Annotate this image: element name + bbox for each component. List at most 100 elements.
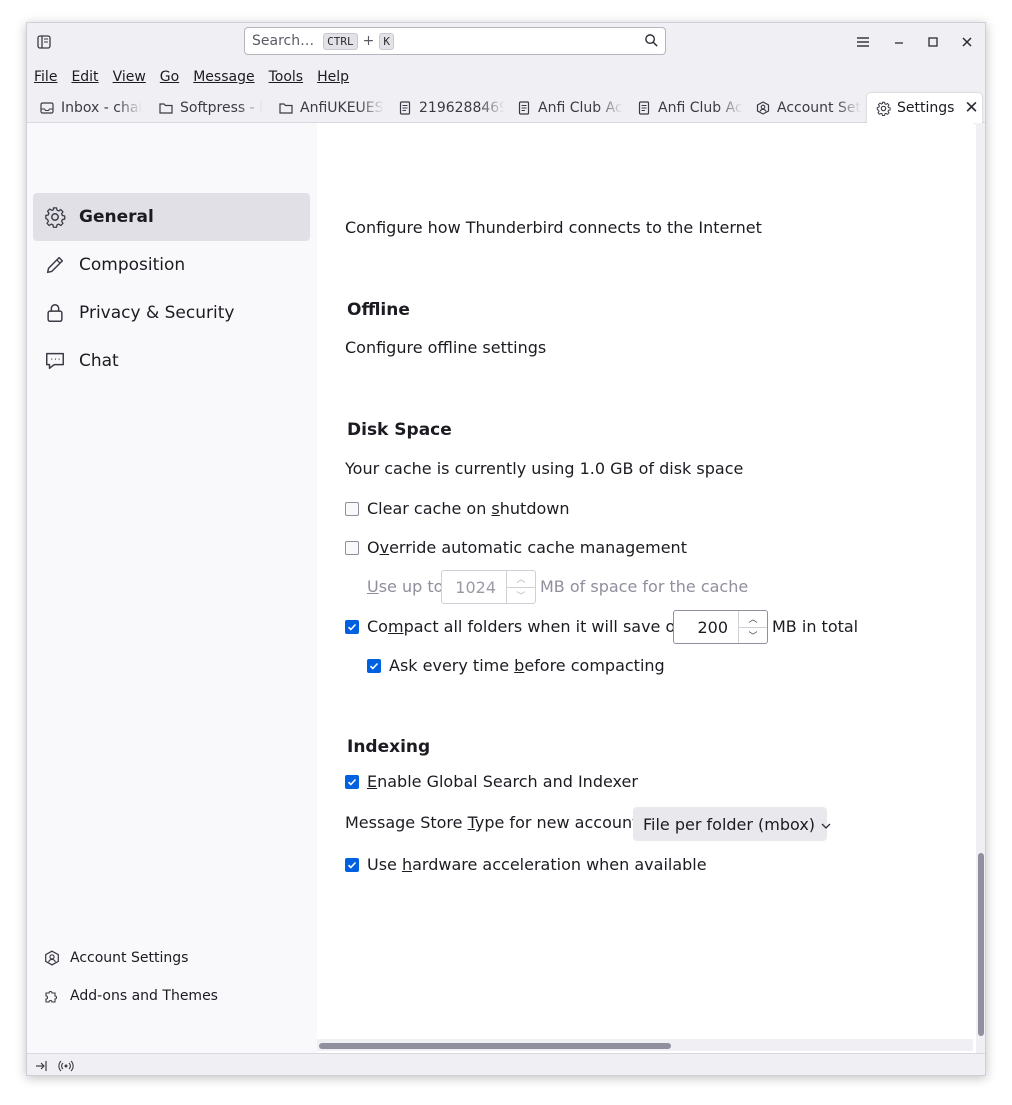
tab-message-2[interactable]: Anfi Club Ac [516,95,624,121]
category-privacy-security[interactable]: Privacy & Security [33,289,310,337]
tab-label: Anfi Club Ac [538,100,623,116]
override-cache-option: Override automatic cache management [345,538,687,557]
ask-before-compacting-label[interactable]: Ask every time before compacting [389,656,665,675]
title-bar: Search… CTRL + K [27,23,985,63]
collapse-sidebar-icon[interactable] [34,1059,48,1073]
tab-label: Settings [897,100,955,116]
clear-cache-option: Clear cache on shutdown [345,499,570,518]
menu-view[interactable]: View [113,69,146,85]
menu-edit-label: Edit [71,69,99,85]
addons-themes-link[interactable]: Add-ons and Themes [43,987,218,1005]
pencil-icon [43,253,67,277]
message-icon [397,100,413,116]
inbox-icon [39,100,55,116]
minimize-icon[interactable] [889,32,909,52]
tab-inbox[interactable]: Inbox - chai [39,95,147,121]
category-composition[interactable]: Composition [33,241,310,289]
tab-settings[interactable]: Settings ✕ [867,93,982,123]
spaces-toolbar-icon[interactable] [34,32,54,52]
category-chat[interactable]: Chat [33,337,310,385]
menu-go-label: Go [159,69,180,85]
menu-message-label: Message [193,69,255,85]
indexing-heading: Indexing [347,737,431,757]
tab-softpress[interactable]: Softpress - l [158,95,266,121]
ask-before-compacting-checkbox[interactable] [367,658,381,673]
menu-help-label: Help [317,69,349,85]
menu-bar: File Edit View Go Message Tools Help [27,63,985,91]
search-input[interactable]: Search… CTRL + K [244,27,666,55]
use-up-to-label: Use up to [367,577,444,596]
override-cache-label[interactable]: Override automatic cache management [367,538,687,557]
compact-threshold-input[interactable]: 200 ︿ ﹀ [673,610,768,644]
clear-cache-label[interactable]: Clear cache on shutdown [367,499,570,518]
chevron-down-icon[interactable]: ﹀ [507,586,535,604]
thunderbird-window: Search… CTRL + K File Edit View Go Messa… [26,22,986,1076]
addons-themes-label: Add-ons and Themes [70,988,218,1004]
hw-accel-checkbox[interactable] [345,857,359,872]
chevron-up-icon[interactable]: ︿ [507,571,535,587]
compact-threshold-value: 200 [697,617,728,637]
close-tab-icon[interactable]: ✕ [964,99,978,117]
vertical-scrollbar[interactable] [976,123,985,1053]
tab-label: Softpress - l [180,100,264,116]
tab-account-settings[interactable]: Account Set [755,95,863,121]
horizontal-scrollbar[interactable] [317,1039,973,1051]
store-type-value: File per folder (mbox) [643,814,816,834]
folder-icon [158,100,174,116]
tab-label: AnfiUKEUES [300,100,384,116]
hw-accel-label[interactable]: Use hardware acceleration when available [367,855,707,874]
online-status-icon[interactable] [58,1059,74,1073]
compact-folders-label[interactable]: Compact all folders when it will save ov… [367,617,701,636]
cache-usage-text: Your cache is currently using 1.0 GB of … [345,459,744,478]
horizontal-scroll-thumb[interactable] [319,1043,671,1049]
account-settings-icon [43,949,61,967]
vertical-scroll-thumb[interactable] [978,853,984,1036]
clear-cache-checkbox[interactable] [345,501,359,516]
store-type-label: Message Store Type for new accounts: [345,813,653,832]
account-settings-link[interactable]: Account Settings [43,949,188,967]
shortcut-key-ctrl: CTRL [323,32,358,50]
store-type-select[interactable]: File per folder (mbox) [633,807,831,841]
menu-help[interactable]: Help [317,69,349,85]
message-icon [636,100,652,116]
tab-message-1[interactable]: 21962884695 [397,95,505,121]
app-menu-icon[interactable] [853,32,873,52]
compact-threshold-suffix: MB in total [772,617,859,636]
puzzle-icon [43,987,61,1005]
menu-message[interactable]: Message [193,69,254,85]
cache-size-spinner[interactable]: ︿ ﹀ [506,571,535,603]
menu-view-label: View [112,69,146,85]
hw-accel-option: Use hardware acceleration when available [345,855,707,874]
menu-tools[interactable]: Tools [269,69,304,85]
category-label: Composition [79,255,186,275]
tab-label: Anfi Club Ac [658,100,743,116]
settings-sidebar: General Composition Privacy & Security C… [27,123,317,1053]
close-icon[interactable] [957,32,977,52]
global-search-option: Enable Global Search and Indexer [345,772,638,791]
tab-anfiukeues[interactable]: AnfiUKEUES [278,95,386,121]
menu-go[interactable]: Go [160,69,179,85]
shortcut-plus: + [362,33,375,49]
category-general[interactable]: General [33,193,310,241]
tab-label: 21962884695 [419,100,505,116]
lock-icon [43,301,67,325]
chevron-down-icon[interactable]: ﹀ [739,626,767,644]
global-search-label[interactable]: Enable Global Search and Indexer [367,772,638,791]
global-search-checkbox[interactable] [345,774,359,789]
message-icon [516,100,532,116]
cache-size-input[interactable]: 1024 ︿ ﹀ [441,570,536,604]
menu-file[interactable]: File [34,69,57,85]
menu-edit[interactable]: Edit [71,69,98,85]
chevron-up-icon[interactable]: ︿ [739,611,767,627]
compact-folders-checkbox[interactable] [345,619,359,634]
compact-threshold-spinner[interactable]: ︿ ﹀ [738,611,767,643]
shortcut-key-k: K [379,32,394,50]
search-placeholder: Search… [252,33,315,49]
compact-folders-option: Compact all folders when it will save ov… [345,617,701,636]
category-label: General [79,207,154,227]
maximize-icon[interactable] [923,32,943,52]
disk-space-heading: Disk Space [347,420,452,440]
override-cache-checkbox[interactable] [345,540,359,555]
tab-label: Account Set [777,100,861,116]
tab-message-3[interactable]: Anfi Club Ac [636,95,744,121]
